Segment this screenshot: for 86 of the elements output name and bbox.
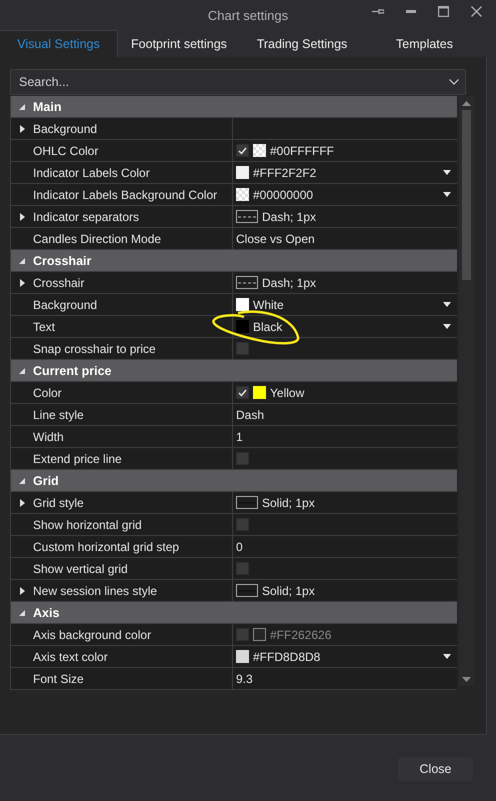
property-label: Line style [33,408,84,422]
color-value: Yellow [270,386,304,400]
property-value: Solid; 1px [262,584,315,598]
scroll-up-arrow-icon[interactable] [462,101,471,106]
property-label: Show horizontal grid [33,518,142,532]
checkbox[interactable] [236,342,249,355]
property-value[interactable]: Close vs Open [236,232,315,246]
color-value: #00000000 [253,188,314,202]
collapse-caret-icon[interactable] [19,610,25,616]
window-title: Chart settings [208,8,288,22]
color-swatch[interactable] [236,320,249,333]
section-header[interactable]: Grid [33,474,59,488]
property-label: Axis text color [33,650,108,664]
property-value: Dash; 1px [262,276,316,290]
tab[interactable]: Templates [364,30,485,57]
color-value: #FF262626 [270,628,332,642]
property-value: Solid; 1px [262,496,315,510]
section-header[interactable]: Current price [33,364,112,378]
property-label: Show vertical grid [33,562,128,576]
property-label: Custom horizontal grid step [33,540,180,554]
tab[interactable]: Footprint settings [118,30,240,57]
dropdown-arrow-icon[interactable] [443,302,451,307]
property-label: Candles Direction Mode [33,232,162,246]
property-label: Font Size [33,672,84,686]
collapse-caret-icon[interactable] [19,478,25,484]
property-value[interactable]: Dash [236,408,264,422]
property-value[interactable]: 9.3 [236,672,253,686]
property-label: Indicator separators [33,210,140,224]
line-sample-icon [238,282,256,284]
property-label: Background [33,298,98,312]
close-icon[interactable] [471,6,482,17]
dropdown-arrow-icon[interactable] [443,324,451,329]
color-value: #FFD8D8D8 [253,650,320,664]
pin-icon[interactable] [372,8,384,15]
checkbox[interactable] [236,452,249,465]
line-sample-icon [238,216,256,218]
dropdown-arrow-icon[interactable] [443,192,451,197]
expand-caret-icon[interactable] [20,498,24,506]
tab[interactable]: Visual Settings [0,30,118,57]
property-label: Width [33,430,64,444]
section-header[interactable]: Axis [33,606,60,620]
property-label: Grid style [33,496,84,510]
color-swatch[interactable] [253,144,266,157]
property-value: Dash; 1px [262,210,316,224]
checkbox[interactable] [236,562,249,575]
section-header[interactable]: Crosshair [33,254,92,268]
property-label: Axis background color [33,628,152,642]
scrollbar-thumb[interactable] [462,110,471,280]
property-label: Indicator Labels Color [33,166,150,180]
maximize-icon[interactable] [438,6,449,17]
property-value[interactable]: 1 [236,430,243,444]
checkbox[interactable] [236,144,249,157]
color-swatch[interactable] [236,188,249,201]
property-label: Indicator Labels Background Color [33,188,218,202]
property-value[interactable]: 0 [236,540,243,554]
dropdown-arrow-icon[interactable] [443,170,451,175]
color-value: #FFF2F2F2 [253,166,316,180]
chevron-down-icon [449,79,459,85]
property-label: Extend price line [33,452,122,466]
color-value: Black [253,320,282,334]
search-field[interactable]: Search... [10,69,466,95]
property-label: Color [33,386,62,400]
expand-caret-icon[interactable] [20,124,24,132]
expand-caret-icon[interactable] [20,212,24,220]
property-label: OHLC Color [33,144,98,158]
property-label: Text [33,320,56,334]
property-label: Background [33,122,98,136]
color-value: #00FFFFFF [270,144,334,158]
expand-caret-icon[interactable] [20,278,24,286]
scroll-down-arrow-icon[interactable] [462,677,471,682]
collapse-caret-icon[interactable] [19,368,25,374]
check-icon [238,146,247,154]
expand-caret-icon[interactable] [20,586,24,594]
check-icon [238,388,247,396]
color-value: White [253,298,284,312]
collapse-caret-icon[interactable] [19,258,25,264]
property-label: New session lines style [33,584,158,598]
close-button[interactable]: Close [398,757,473,781]
dropdown-arrow-icon[interactable] [443,654,451,659]
section-header[interactable]: Main [33,100,62,114]
checkbox[interactable] [236,386,249,399]
property-label: Snap crosshair to price [33,342,156,356]
tab[interactable]: Trading Settings [240,30,364,57]
collapse-caret-icon[interactable] [19,104,25,110]
property-label: Crosshair [33,276,84,290]
checkbox[interactable] [236,518,249,531]
